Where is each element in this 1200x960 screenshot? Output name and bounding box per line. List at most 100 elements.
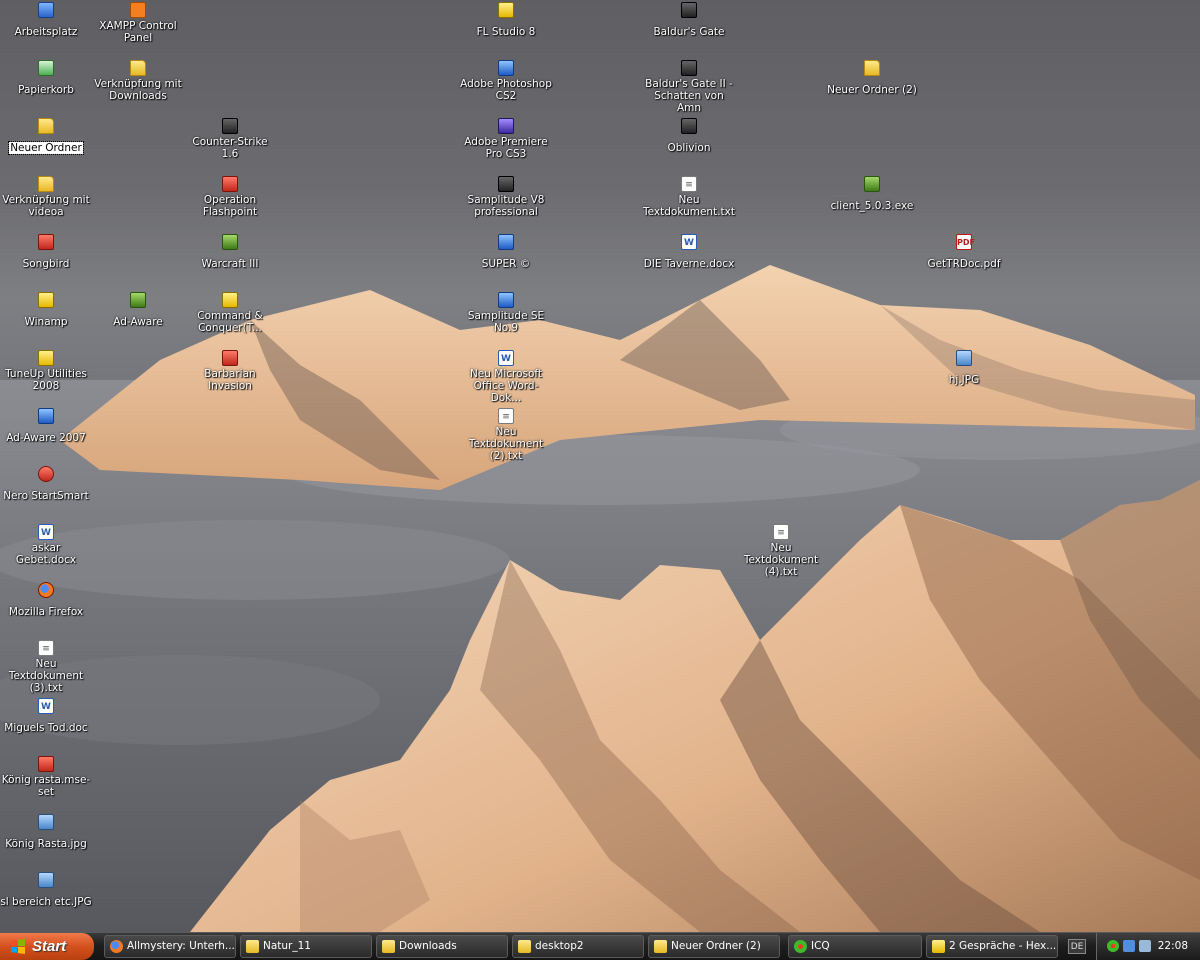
mountain-wallpaper (0, 265, 1200, 932)
samplitude-icon (498, 176, 514, 192)
desktop-icon-baldurs-gate[interactable]: Baldur's Gate (643, 2, 735, 39)
desktop-icon-premiere[interactable]: Adobe Premiere Pro CS3 (460, 118, 552, 161)
folder-icon (864, 60, 880, 76)
desktop-icon-arbeitsplatz[interactable]: Arbeitsplatz (0, 2, 92, 39)
desktop-icon-winamp[interactable]: Winamp (0, 292, 92, 329)
start-button[interactable]: Start (0, 933, 94, 960)
icq-tray-icon[interactable] (1107, 940, 1119, 952)
desktop-icon-warcraft[interactable]: Warcraft III (184, 234, 276, 271)
folder-icon (38, 118, 54, 134)
taskbar-item-allmystery[interactable]: Allmystery: Unterh... (104, 935, 236, 958)
desktop-icon-operation-flashpoint[interactable]: Operation Flashpoint (184, 176, 276, 219)
text-file-icon: ≡ (498, 408, 514, 424)
desktop-icon-fl-studio[interactable]: FL Studio 8 (460, 2, 552, 39)
volume-tray-icon[interactable] (1139, 940, 1151, 952)
desktop-icon-miguels-tod[interactable]: W Miguels Tod.doc (0, 698, 92, 735)
folder-icon (518, 940, 531, 953)
desktop-icon-samplitude-se[interactable]: Samplitude SE No.9 (460, 292, 552, 335)
text-file-icon: ≡ (38, 640, 54, 656)
desktop-icon-koenig-rasta-set[interactable]: König rasta.mse-set (0, 756, 92, 799)
desktop-icon-adaware-2007[interactable]: Ad-Aware 2007 (0, 408, 92, 445)
desktop-icon-nero[interactable]: Nero StartSmart (0, 466, 92, 503)
desktop-icon-barbarian[interactable]: Barbarian Invasion (184, 350, 276, 393)
desktop-icon-textdok[interactable]: ≡ Neu Textdokument.txt (643, 176, 735, 219)
word-document-icon: W (38, 698, 54, 714)
taskbar-item-neuer-ordner-2[interactable]: Neuer Ordner (2) (648, 935, 780, 958)
taskbar-item-gespraeche[interactable]: 2 Gespräche - Hex... (926, 935, 1058, 958)
desktop-icon-command-conquer[interactable]: Command & Conquer(T... (184, 292, 276, 335)
desktop-icon-photoshop[interactable]: Adobe Photoshop CS2 (460, 60, 552, 103)
songbird-icon (38, 234, 54, 250)
desktop-icon-client[interactable]: client_5.0.3.exe (826, 176, 918, 213)
firefox-icon (38, 582, 54, 598)
desktop-icon-textdok-2[interactable]: ≡ Neu Textdokument (2).txt (460, 408, 552, 463)
samplitude-se-icon (498, 292, 514, 308)
photoshop-icon (498, 60, 514, 76)
desktop-icon-neuer-ordner[interactable]: Neuer Ordner (0, 118, 92, 155)
taskbar-item-downloads[interactable]: Downloads (376, 935, 508, 958)
desktop-icon-hj-jpg[interactable]: hj.JPG (918, 350, 1010, 387)
desktop-icon-verknuepfung-downloads[interactable]: Verknüpfung mit Downloads (92, 60, 184, 103)
barbarian-icon (222, 350, 238, 366)
network-tray-icon[interactable] (1123, 940, 1135, 952)
desktop-icon-verknuepfung-videoa[interactable]: Verknüpfung mit videoa (0, 176, 92, 219)
tuneup-icon (38, 350, 54, 366)
adaware-icon (38, 408, 54, 424)
desktop-icon-super[interactable]: SUPER © (460, 234, 552, 271)
desktop-icon-samplitude-v8[interactable]: Samplitude V8 professional (460, 176, 552, 219)
desktop-icon-songbird[interactable]: Songbird (0, 234, 92, 271)
windows-logo-icon (11, 939, 25, 954)
desktop-icon-word-dok[interactable]: W Neu Microsoft Office Word-Dok... (460, 350, 552, 405)
counter-strike-icon (222, 118, 238, 134)
mse-set-file-icon (38, 756, 54, 772)
clock[interactable]: 22:08 (1158, 933, 1188, 960)
taskbar-item-natur-11[interactable]: Natur_11 (240, 935, 372, 958)
taskbar-item-icq[interactable]: ICQ (788, 935, 922, 958)
super-icon (498, 234, 514, 250)
taskbar: Start Allmystery: Unterh... Natur_11 Dow… (0, 932, 1200, 960)
desktop-icon-oblivion[interactable]: Oblivion (643, 118, 735, 155)
system-tray: 22:08 (1096, 933, 1200, 960)
desktop-icon-neuer-ordner-2[interactable]: Neuer Ordner (2) (826, 60, 918, 97)
premiere-icon (498, 118, 514, 134)
text-file-icon: ≡ (773, 524, 789, 540)
taskbar-item-desktop2[interactable]: desktop2 (512, 935, 644, 958)
oblivion-icon (681, 118, 697, 134)
folder-icon (382, 940, 395, 953)
nero-icon (38, 466, 54, 482)
desktop-icon-counter-strike[interactable]: Counter-Strike 1.6 (184, 118, 276, 161)
desktop-icon-adaware[interactable]: Ad-Aware (92, 292, 184, 329)
word-document-icon: W (38, 524, 54, 540)
winamp-icon (38, 292, 54, 308)
desktop[interactable]: Arbeitsplatz Papierkorb Neuer Ordner Ver… (0, 0, 1200, 932)
desktop-icon-koenig-rasta-jpg[interactable]: König Rasta.jpg (0, 814, 92, 851)
desktop-icon-tuneup[interactable]: TuneUp Utilities 2008 (0, 350, 92, 393)
image-file-icon (38, 814, 54, 830)
command-conquer-icon (222, 292, 238, 308)
desktop-icon-askar-gebet[interactable]: W askar Gebet.docx (0, 524, 92, 567)
word-document-icon: W (681, 234, 697, 250)
desktop-icon-gettrdoc[interactable]: PDF GetTRDoc.pdf (918, 234, 1010, 271)
desktop-icon-baldurs-gate-2[interactable]: Baldur's Gate II - Schatten von Amn (643, 60, 735, 115)
desktop-icon-sl-bereich[interactable]: sl bereich etc.JPG (0, 872, 92, 909)
desktop-icon-textdok-3[interactable]: ≡ Neu Textdokument (3).txt (0, 640, 92, 695)
desktop-icon-firefox[interactable]: Mozilla Firefox (0, 582, 92, 619)
desktop-icon-xampp[interactable]: XAMPP Control Panel (92, 2, 184, 45)
pdf-file-icon: PDF (956, 234, 975, 250)
image-file-icon (38, 872, 54, 888)
fl-studio-icon (498, 2, 514, 18)
baldurs-gate-2-icon (681, 60, 697, 76)
computer-icon (38, 2, 54, 18)
folder-shortcut-icon (38, 176, 54, 192)
baldurs-gate-icon (681, 2, 697, 18)
language-indicator[interactable]: DE (1068, 939, 1086, 954)
desktop-icon-die-taverne[interactable]: W DIE Taverne.docx (643, 234, 735, 271)
warcraft-icon (222, 234, 238, 250)
word-document-icon: W (498, 350, 514, 366)
chat-window-icon (932, 940, 945, 953)
desktop-icon-textdok-4[interactable]: ≡ Neu Textdokument (4).txt (735, 524, 827, 579)
desktop-icon-papierkorb[interactable]: Papierkorb (0, 60, 92, 97)
xampp-icon (130, 2, 146, 18)
text-file-icon: ≡ (681, 176, 697, 192)
icq-flower-icon (794, 940, 807, 953)
